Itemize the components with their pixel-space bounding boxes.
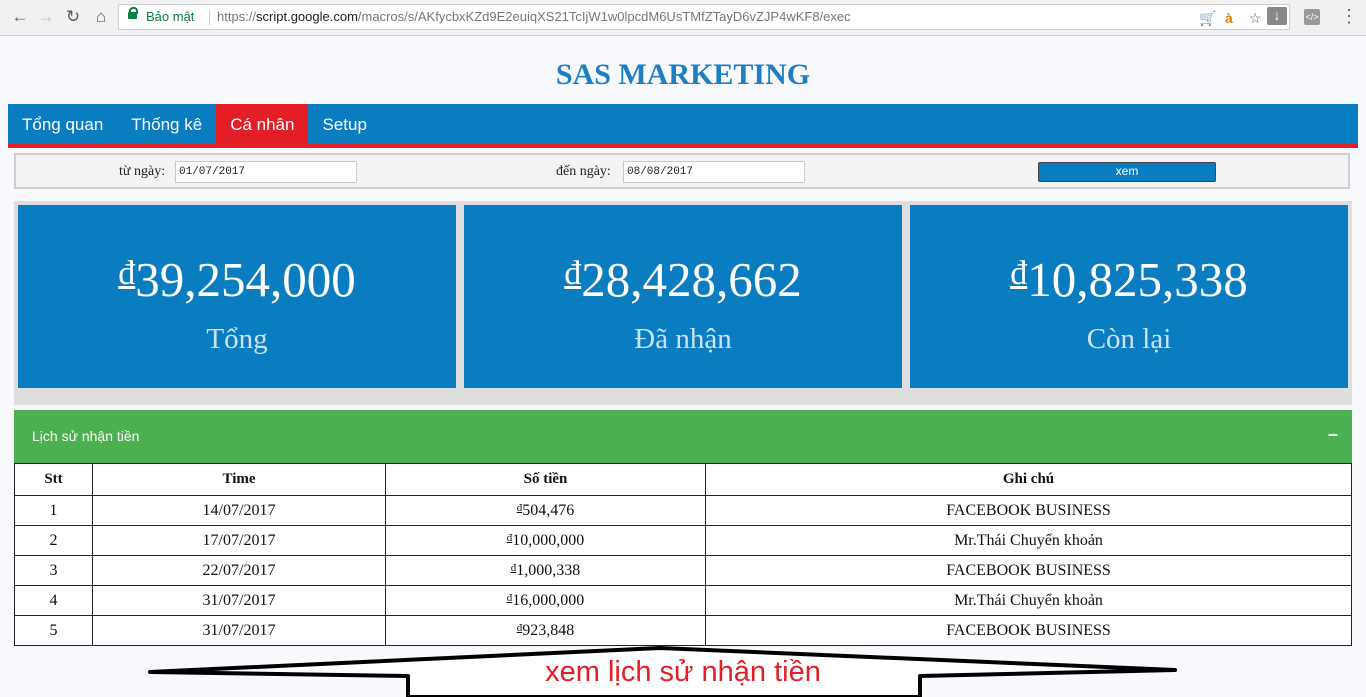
stats-panel: đ39,254,000 Tổng đ28,428,662 Đã nhận đ10… bbox=[14, 201, 1352, 405]
history-table: Stt Time Số tiền Ghi chú 1 14/07/2017 đ5… bbox=[14, 463, 1352, 646]
cell-time: 17/07/2017 bbox=[92, 525, 386, 556]
cell-time: 14/07/2017 bbox=[92, 495, 386, 526]
currency-symbol: đ bbox=[118, 255, 136, 292]
amount-value: 1,000,338 bbox=[516, 561, 581, 579]
view-button[interactable]: xem bbox=[1038, 162, 1216, 182]
stat-card-remaining: đ10,825,338 Còn lại bbox=[910, 205, 1348, 388]
cell-time: 31/07/2017 bbox=[92, 585, 386, 616]
brand-title: SAS MARKETING bbox=[555, 58, 811, 91]
cell-amount: đ10,000,000 bbox=[385, 525, 706, 556]
stat-label: Còn lại bbox=[1086, 323, 1172, 355]
translate-extension-icon[interactable]: à bbox=[1225, 10, 1233, 26]
stat-label: Đã nhận bbox=[634, 323, 732, 355]
url-host: script.google.com bbox=[256, 9, 358, 24]
omnibox-divider bbox=[209, 10, 210, 25]
cell-stt: 4 bbox=[14, 585, 93, 616]
history-title: Lịch sử nhận tiền bbox=[32, 428, 140, 444]
table-row: 1 14/07/2017 đ504,476 FACEBOOK BUSINESS bbox=[14, 495, 1352, 526]
cell-note: Mr.Thái Chuyển khoản bbox=[705, 525, 1352, 556]
main-nav: Tổng quan Thống kê Cá nhân Setup bbox=[8, 104, 1358, 148]
nav-item-tong-quan[interactable]: Tổng quan bbox=[8, 104, 117, 144]
stat-amount: 28,428,662 bbox=[581, 252, 802, 307]
cell-stt: 3 bbox=[14, 555, 93, 586]
amount-value: 923,848 bbox=[522, 621, 575, 639]
cell-amount: đ504,476 bbox=[385, 495, 706, 526]
collapse-toggle[interactable]: – bbox=[1328, 424, 1338, 445]
stat-value: đ39,254,000 bbox=[18, 251, 456, 308]
amount-value: 16,000,000 bbox=[512, 591, 585, 609]
home-icon[interactable]: ⌂ bbox=[90, 6, 112, 28]
cart-icon[interactable]: 🛒 bbox=[1199, 10, 1216, 26]
to-date-input[interactable]: 08/08/2017 bbox=[623, 161, 805, 183]
column-header-time: Time bbox=[92, 463, 386, 496]
nav-item-setup[interactable]: Setup bbox=[308, 104, 380, 144]
column-header-note: Ghi chú bbox=[705, 463, 1352, 496]
currency-symbol: đ bbox=[564, 255, 582, 292]
secure-label: Bảo mật bbox=[146, 9, 195, 24]
stat-value: đ10,825,338 bbox=[910, 251, 1348, 308]
stat-card-total: đ39,254,000 Tổng bbox=[18, 205, 456, 388]
cell-time: 22/07/2017 bbox=[92, 555, 386, 586]
stat-amount: 39,254,000 bbox=[135, 252, 356, 307]
cell-note: Mr.Thái Chuyển khoản bbox=[705, 585, 1352, 616]
url-path: /macros/s/AKfycbxKZd9E2euiqXS21TcIjW1w0l… bbox=[357, 9, 851, 24]
amount-value: 10,000,000 bbox=[512, 531, 585, 549]
annotation-text: xem lịch sử nhận tiền bbox=[545, 656, 821, 688]
url-scheme: https:// bbox=[217, 9, 257, 24]
lock-icon bbox=[128, 7, 138, 19]
menu-icon[interactable]: ⋮ bbox=[1340, 6, 1358, 27]
cell-amount: đ1,000,338 bbox=[385, 555, 706, 586]
code-icon[interactable]: </> bbox=[1304, 9, 1320, 25]
date-filter-bar: từ ngày: 01/07/2017 đến ngày: 08/08/2017… bbox=[14, 153, 1350, 189]
nav-item-ca-nhan[interactable]: Cá nhân bbox=[216, 104, 309, 144]
history-panel-header[interactable]: Lịch sử nhận tiền – bbox=[14, 410, 1352, 463]
browser-toolbar: ← → ↻ ⌂ Bảo mật https://script.google.co… bbox=[0, 0, 1366, 36]
table-row: 2 17/07/2017 đ10,000,000 Mr.Thái Chuyển … bbox=[14, 525, 1352, 556]
reload-icon[interactable]: ↻ bbox=[62, 6, 84, 28]
from-date-input[interactable]: 01/07/2017 bbox=[175, 161, 357, 183]
cell-note: FACEBOOK BUSINESS bbox=[705, 555, 1352, 586]
column-header-amount: Số tiền bbox=[385, 463, 706, 496]
forward-arrow-icon[interactable]: → bbox=[35, 6, 57, 28]
column-header-stt: Stt bbox=[14, 463, 93, 496]
download-icon[interactable]: ↓ bbox=[1267, 7, 1287, 25]
from-date-label: từ ngày: bbox=[119, 164, 166, 179]
table-header-row: Stt Time Số tiền Ghi chú bbox=[14, 463, 1352, 496]
cell-stt: 2 bbox=[14, 525, 93, 556]
stat-card-received: đ28,428,662 Đã nhận bbox=[464, 205, 902, 388]
stat-value: đ28,428,662 bbox=[464, 251, 902, 308]
url-text[interactable]: https://script.google.com/macros/s/AKfyc… bbox=[217, 9, 851, 24]
table-row: 3 22/07/2017 đ1,000,338 FACEBOOK BUSINES… bbox=[14, 555, 1352, 586]
cell-stt: 1 bbox=[14, 495, 93, 526]
stat-amount: 10,825,338 bbox=[1027, 252, 1248, 307]
to-date-label: đến ngày: bbox=[556, 164, 611, 179]
amount-value: 504,476 bbox=[522, 501, 575, 519]
back-arrow-icon[interactable]: ← bbox=[9, 6, 31, 28]
cell-amount: đ16,000,000 bbox=[385, 585, 706, 616]
cell-note: FACEBOOK BUSINESS bbox=[705, 495, 1352, 526]
star-icon[interactable]: ☆ bbox=[1249, 10, 1262, 26]
address-bar[interactable]: Bảo mật https://script.google.com/macros… bbox=[118, 4, 1290, 30]
currency-symbol: đ bbox=[1010, 255, 1028, 292]
table-row: 4 31/07/2017 đ16,000,000 Mr.Thái Chuyển … bbox=[14, 585, 1352, 616]
nav-item-thong-ke[interactable]: Thống kê bbox=[117, 104, 216, 144]
stat-label: Tổng bbox=[206, 323, 268, 355]
